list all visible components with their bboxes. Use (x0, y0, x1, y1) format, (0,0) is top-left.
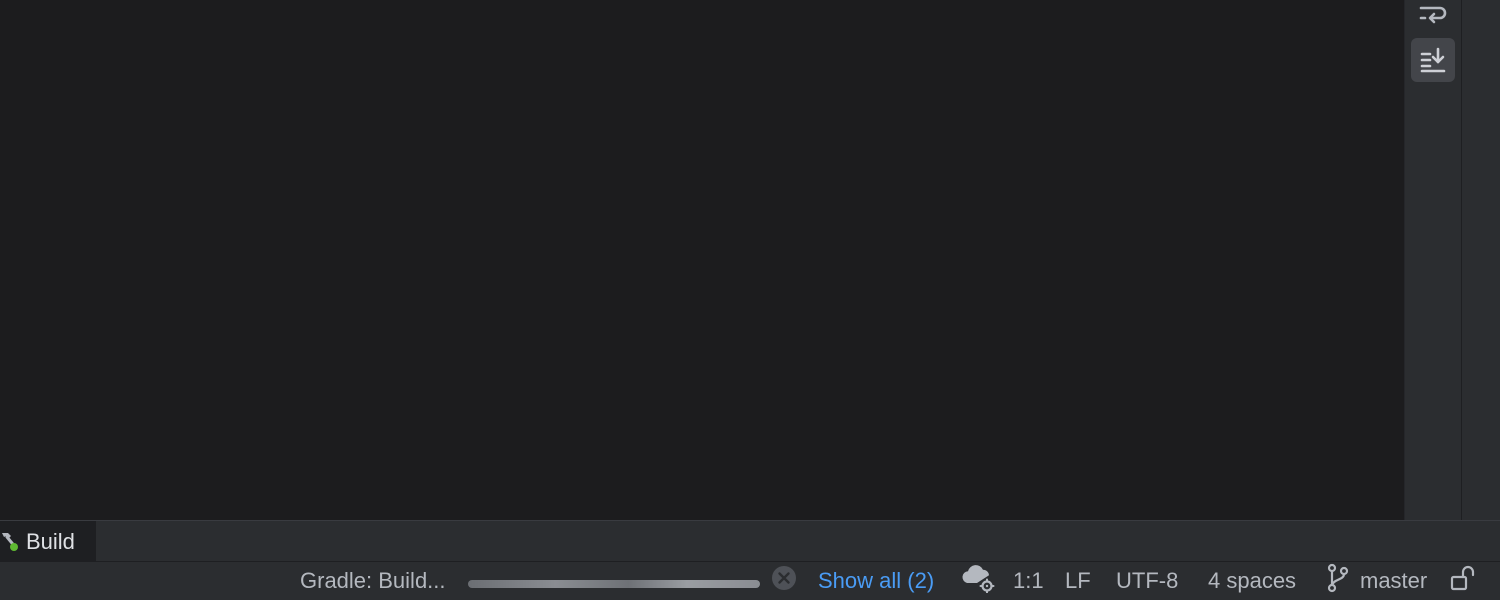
tool-window-tabs: Build (0, 520, 1500, 562)
cloud-gear-icon (960, 563, 996, 599)
tab-build[interactable]: Build (0, 521, 96, 562)
background-task-label[interactable]: Gradle: Build... (300, 562, 446, 600)
cancel-task-button[interactable] (771, 562, 797, 600)
status-bar: Gradle: Build... Show all (2) 1:1 LF UTF… (0, 562, 1500, 600)
right-tool-stripe (1461, 0, 1500, 520)
line-separator[interactable]: LF (1065, 562, 1091, 600)
scroll-to-end-button[interactable] (1411, 38, 1455, 82)
file-lock-toggle[interactable] (1450, 562, 1476, 600)
indent-setting[interactable]: 4 spaces (1208, 562, 1296, 600)
scroll-to-end-icon (1418, 46, 1448, 74)
tab-build-label: Build (26, 528, 75, 554)
cancel-circle-icon (771, 565, 797, 597)
console-toolbar (1404, 0, 1462, 520)
git-branch-widget[interactable]: master (1326, 562, 1427, 600)
build-console-output[interactable] (0, 0, 1404, 520)
hammer-icon (0, 529, 20, 555)
git-branch-icon (1326, 563, 1350, 599)
build-status-dot (10, 542, 18, 551)
caret-position[interactable]: 1:1 (1013, 562, 1044, 600)
background-task-progress[interactable] (468, 580, 760, 588)
show-all-tasks-link[interactable]: Show all (2) (818, 562, 934, 600)
unlock-icon (1450, 564, 1476, 598)
ide-window: Build Gradle: Build... Show all (2) 1:1 … (0, 0, 1500, 600)
soft-wrap-icon (1418, 2, 1448, 26)
file-encoding[interactable]: UTF-8 (1116, 562, 1178, 600)
gradle-daemon-button[interactable] (960, 562, 996, 600)
soft-wrap-button[interactable] (1411, 0, 1455, 36)
